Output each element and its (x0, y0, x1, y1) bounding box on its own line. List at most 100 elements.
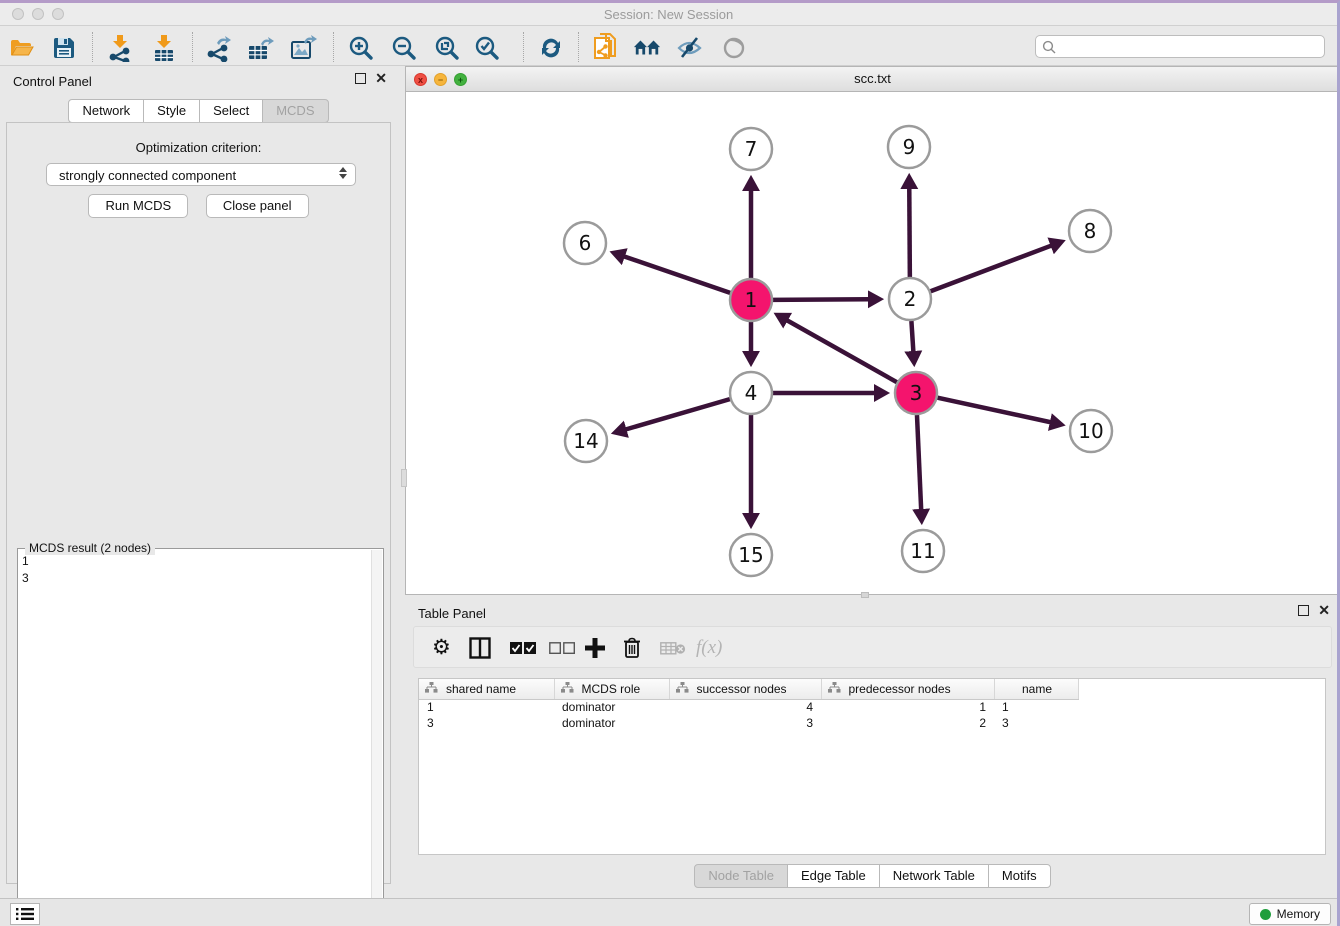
node-table[interactable]: shared nameMCDS rolesuccessor nodesprede… (418, 678, 1326, 855)
graph-node-15[interactable]: 15 (730, 534, 772, 576)
graph-node-label: 8 (1084, 219, 1097, 243)
select-all-columns-icon[interactable] (510, 635, 536, 661)
attribute-tree-icon (561, 682, 574, 696)
splitter-grip-vertical[interactable] (401, 469, 407, 487)
graph-node-1[interactable]: 1 (730, 279, 772, 321)
column-header-predecessor-nodes[interactable]: predecessor nodes (821, 679, 994, 699)
mcds-result-list[interactable]: 13 (22, 553, 369, 926)
close-table-panel-icon[interactable]: ✕ (1318, 605, 1330, 616)
search-field[interactable] (1035, 35, 1325, 58)
table-cell[interactable]: 1 (994, 699, 1078, 715)
table-cell[interactable]: dominator (554, 715, 669, 731)
export-table-icon[interactable] (247, 34, 275, 62)
tab-style[interactable]: Style (143, 99, 200, 123)
graph-edge-2-8[interactable] (931, 246, 1052, 292)
delete-column-icon[interactable] (622, 635, 642, 661)
export-network-icon[interactable] (205, 34, 233, 62)
column-header-MCDS-role[interactable]: MCDS role (554, 679, 669, 699)
table-cell[interactable]: 4 (669, 699, 821, 715)
tab-mcds[interactable]: MCDS (262, 99, 328, 123)
slashed-eye-icon[interactable] (676, 34, 704, 62)
duplicate-network-icon[interactable] (592, 34, 620, 62)
zoom-selected-icon[interactable] (473, 34, 501, 62)
toolbar-separator (192, 32, 193, 62)
column-header-name[interactable]: name (994, 679, 1078, 699)
table-cell[interactable]: 2 (821, 715, 994, 731)
eye-disabled-icon (720, 34, 748, 62)
tab-select[interactable]: Select (199, 99, 263, 123)
toolbar-separator (92, 32, 93, 62)
graph-edge-3-10[interactable] (937, 398, 1050, 423)
graph-node-14[interactable]: 14 (565, 420, 607, 462)
graph-edge-3-1[interactable] (787, 320, 897, 382)
run-mcds-button[interactable]: Run MCDS (88, 194, 188, 218)
close-panel-icon[interactable]: ✕ (375, 73, 387, 84)
graph-node-10[interactable]: 10 (1070, 410, 1112, 452)
table-row[interactable]: 3dominator323 (419, 715, 1078, 731)
save-session-icon[interactable] (50, 34, 78, 62)
tab-network[interactable]: Network (68, 99, 144, 123)
search-input[interactable] (1062, 37, 1320, 56)
table-toolbar: ⚙ f(x) (413, 626, 1332, 668)
graph-node-2[interactable]: 2 (889, 278, 931, 320)
graph-node-11[interactable]: 11 (902, 530, 944, 572)
memory-button[interactable]: Memory (1249, 903, 1331, 925)
column-header-successor-nodes[interactable]: successor nodes (669, 679, 821, 699)
table-cell[interactable]: 3 (419, 715, 554, 731)
criterion-dropdown[interactable]: strongly connected component (46, 163, 356, 186)
graph-edge-3-11[interactable] (917, 415, 921, 510)
table-cell[interactable]: 1 (419, 699, 554, 715)
table-cell[interactable]: dominator (554, 699, 669, 715)
column-header-shared-name[interactable]: shared name (419, 679, 554, 699)
graph-node-6[interactable]: 6 (564, 222, 606, 264)
mcds-result-item[interactable]: 3 (22, 570, 369, 587)
network-view-window: x − + scc.txt 7 9 6 8 1 2 4 3 14 10 15 11 (405, 66, 1340, 595)
graph-node-9[interactable]: 9 (888, 126, 930, 168)
graph-node-7[interactable]: 7 (730, 128, 772, 170)
import-network-icon[interactable] (106, 34, 134, 62)
mcds-panel: Optimization criterion: strongly connect… (6, 122, 391, 884)
graph-edge-2-3[interactable] (911, 321, 913, 352)
status-bar: Memory (0, 898, 1337, 926)
table-tab-edge-table[interactable]: Edge Table (787, 864, 880, 888)
export-image-icon[interactable] (290, 34, 318, 62)
graph-node-label: 15 (738, 543, 763, 567)
result-scrollbar[interactable] (371, 550, 382, 926)
add-column-icon[interactable] (585, 635, 605, 661)
deselect-all-columns-icon[interactable] (549, 635, 575, 661)
table-row[interactable]: 1dominator411 (419, 699, 1078, 715)
table-cell[interactable]: 3 (669, 715, 821, 731)
table-tab-motifs[interactable]: Motifs (988, 864, 1051, 888)
graph-node-8[interactable]: 8 (1069, 210, 1111, 252)
float-table-panel-icon[interactable] (1298, 605, 1309, 616)
zoom-in-icon[interactable] (347, 34, 375, 62)
zoom-fit-icon[interactable] (433, 34, 461, 62)
table-tabs: Node TableEdge TableNetwork TableMotifs (405, 864, 1340, 888)
network-graph[interactable]: 7 9 6 8 1 2 4 3 14 10 15 11 (406, 92, 1339, 594)
gear-icon[interactable]: ⚙ (432, 635, 451, 661)
split-panel-icon[interactable] (469, 635, 491, 661)
float-panel-icon[interactable] (355, 73, 366, 84)
graph-edge-1-2[interactable] (773, 299, 869, 300)
graph-edge-1-6[interactable] (624, 256, 730, 292)
close-panel-button[interactable]: Close panel (206, 194, 309, 218)
graph-node-4[interactable]: 4 (730, 372, 772, 414)
network-window-titlebar[interactable]: x − + scc.txt (406, 67, 1339, 92)
memory-status-icon (1260, 909, 1271, 920)
mcds-result-frame: 13 (17, 548, 384, 926)
graph-edge-4-14[interactable] (626, 399, 730, 429)
apply-layout-icon[interactable] (537, 34, 565, 62)
network-canvas[interactable]: 7 9 6 8 1 2 4 3 14 10 15 11 (406, 92, 1339, 594)
houses-icon[interactable] (633, 34, 661, 62)
mcds-result-item[interactable]: 1 (22, 553, 369, 570)
table-cell[interactable]: 3 (994, 715, 1078, 731)
graph-edge-2-9[interactable] (909, 188, 910, 277)
task-history-button[interactable] (10, 903, 40, 925)
table-cell[interactable]: 1 (821, 699, 994, 715)
graph-node-3[interactable]: 3 (895, 372, 937, 414)
table-tab-node-table[interactable]: Node Table (694, 864, 788, 888)
open-file-icon[interactable] (8, 34, 36, 62)
table-tab-network-table[interactable]: Network Table (879, 864, 989, 888)
zoom-out-icon[interactable] (390, 34, 418, 62)
import-table-icon[interactable] (150, 34, 178, 62)
